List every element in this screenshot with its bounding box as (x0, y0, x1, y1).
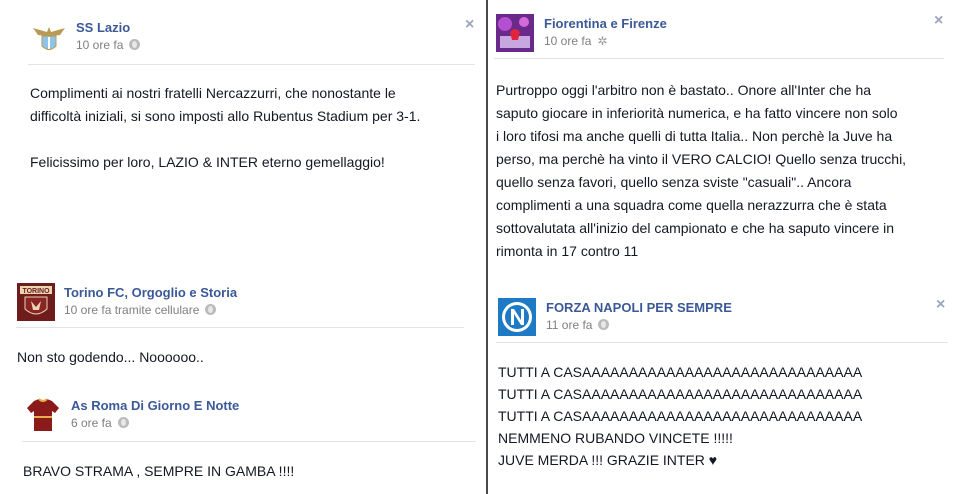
globe-icon (205, 304, 217, 315)
avatar-ss-lazio[interactable] (30, 18, 68, 56)
torino-logo-text: TORINO (22, 288, 50, 295)
post-text: Complimenti ai nostri fratelli Nercazzur… (30, 82, 475, 174)
torino-bull-logo-icon: TORINO (17, 283, 55, 321)
header-separator (28, 64, 475, 65)
post-text: BRAVO STRAMA , SEMPRE IN GAMBA !!!! (23, 460, 478, 483)
post-meta: 6 ore fa (71, 416, 129, 430)
roma-jersey-icon (24, 396, 62, 434)
avatar-fiorentina[interactable] (496, 14, 534, 52)
post-text-line: i loro tifosi ma anche quelli di tutta I… (496, 128, 893, 144)
fiorentina-logo-icon (496, 14, 534, 52)
post-text-line: quello senza favori, quello senza sviste… (496, 174, 852, 190)
napoli-logo-icon (498, 298, 536, 336)
gear-icon: ✲ (597, 34, 608, 48)
timestamp-link[interactable]: 6 ore fa (71, 416, 112, 430)
globe-icon (598, 319, 610, 330)
post-text-line: Non sto godendo... Noooooo.. (17, 349, 204, 365)
post-text: Purtroppo oggi l'arbitro non è bastato..… (496, 79, 956, 263)
header-separator (16, 327, 464, 328)
page-name-link[interactable]: FORZA NAPOLI PER SEMPRE (546, 300, 732, 315)
post-text-line: NEMMENO RUBANDO VINCETE !!!!! (498, 430, 733, 446)
globe-icon (129, 39, 141, 50)
post-text-line: rimonta in 17 contro 11 (496, 243, 639, 259)
post-text-line: Complimenti ai nostri fratelli Nercazzur… (30, 85, 396, 101)
avatar-torino[interactable]: TORINO (17, 283, 55, 321)
header-separator (22, 441, 476, 442)
post-meta: 11 ore fa (546, 318, 610, 332)
post-text-line: TUTTI A CASAAAAAAAAAAAAAAAAAAAAAAAAAAAAA… (498, 364, 863, 380)
post-text-line: complimenti a una squadra come quella ne… (496, 197, 887, 213)
post-text-line: Purtroppo oggi l'arbitro non è bastato..… (496, 82, 872, 98)
post-text-line: saputo giocare in inferiorità numerica, … (496, 105, 898, 121)
post-meta: 10 ore fa (76, 38, 141, 52)
timestamp-link[interactable]: 10 ore fa (76, 38, 123, 52)
post-meta: 10 ore fa ✲ (544, 34, 607, 48)
post-text-line (30, 128, 475, 151)
timestamp-link[interactable]: 10 ore fa (544, 34, 591, 48)
post-text: Non sto godendo... Noooooo.. (17, 346, 465, 369)
page-name-link[interactable]: SS Lazio (76, 20, 130, 35)
post-text-line: JUVE MERDA !!! GRAZIE INTER ♥ (498, 452, 718, 468)
column-divider (486, 0, 488, 494)
post-text-line: BRAVO STRAMA , SEMPRE IN GAMBA !!!! (23, 463, 295, 479)
page-name-link[interactable]: As Roma Di Giorno E Notte (71, 398, 239, 413)
post-text-line: perso, ma perchè ha vinto il VERO CALCIO… (496, 151, 907, 167)
post-text-line: sottovalutata all'inizio del campionato … (496, 220, 895, 236)
page-name-link[interactable]: Torino FC, Orgoglio e Storia (64, 285, 237, 300)
globe-icon (117, 417, 129, 428)
close-icon[interactable]: × (936, 296, 945, 314)
close-icon[interactable]: × (934, 12, 943, 30)
lazio-eagle-logo-icon (30, 18, 68, 56)
post-text: TUTTI A CASAAAAAAAAAAAAAAAAAAAAAAAAAAAAA… (498, 361, 953, 471)
close-icon[interactable]: × (465, 16, 474, 34)
post-meta: 10 ore fa tramite cellulare (64, 303, 217, 317)
post-text-line: TUTTI A CASAAAAAAAAAAAAAAAAAAAAAAAAAAAAA… (498, 386, 863, 402)
post-text-line: difficoltà iniziali, si sono imposti all… (30, 108, 421, 124)
post-text-line: Felicissimo per loro, LAZIO & INTER eter… (30, 154, 385, 170)
avatar-as-roma[interactable] (24, 396, 62, 434)
header-separator (494, 58, 944, 59)
page-name-link[interactable]: Fiorentina e Firenze (544, 16, 667, 31)
header-separator (496, 342, 948, 343)
post-text-line: TUTTI A CASAAAAAAAAAAAAAAAAAAAAAAAAAAAAA… (498, 408, 863, 424)
timestamp-link[interactable]: 11 ore fa (546, 318, 592, 332)
avatar-napoli[interactable] (498, 298, 536, 336)
timestamp-link[interactable]: 10 ore fa tramite cellulare (64, 303, 199, 317)
